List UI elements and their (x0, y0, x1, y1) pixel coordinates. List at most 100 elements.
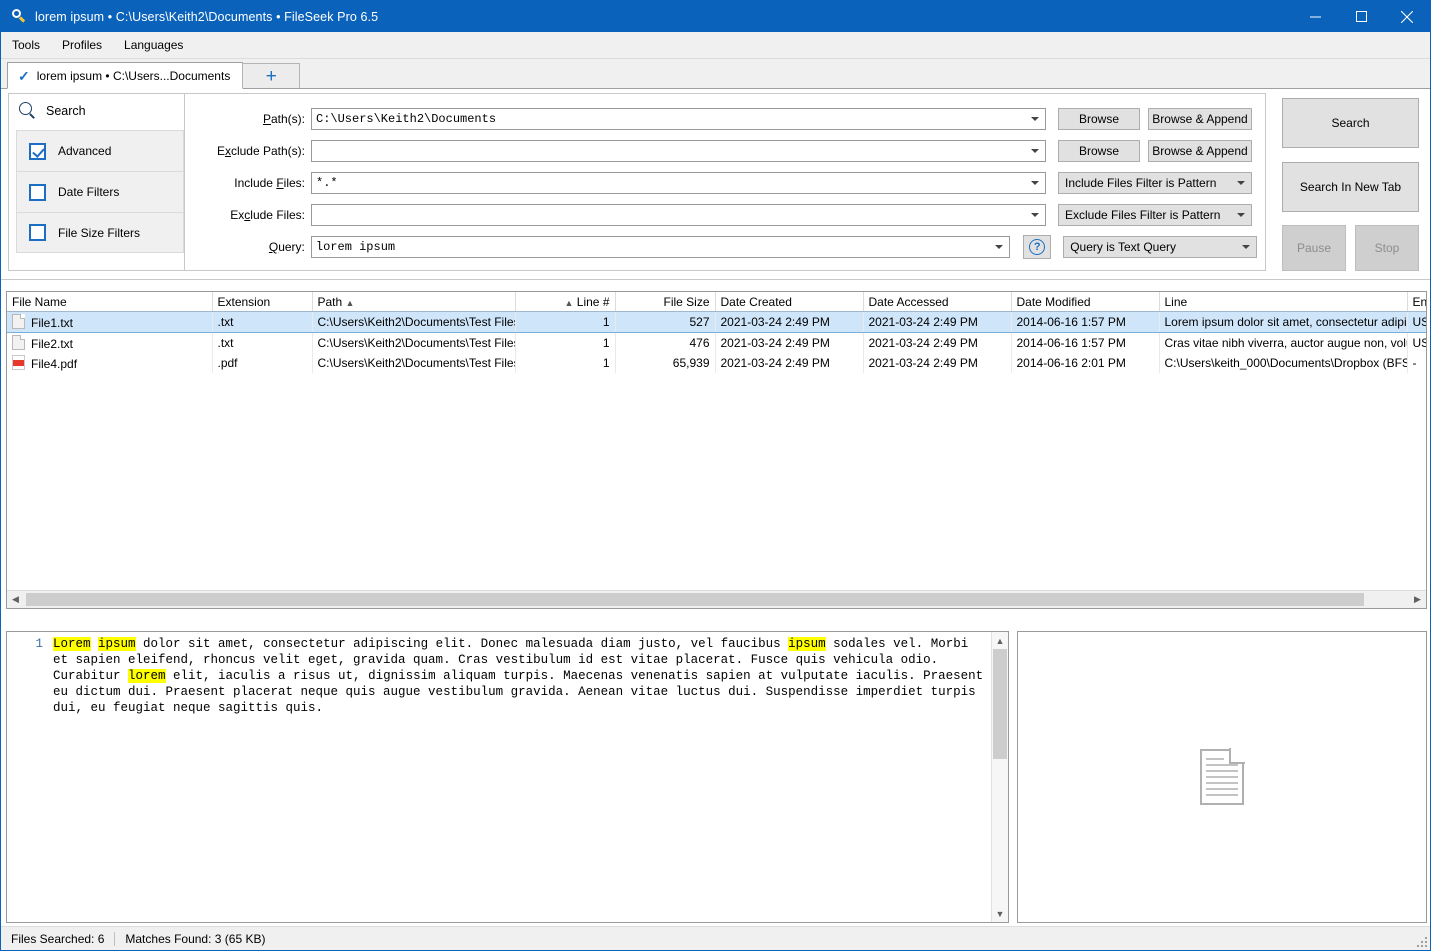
include-files-input[interactable]: *.* (311, 172, 1046, 194)
window-controls (1292, 1, 1430, 32)
chevron-down-icon[interactable] (995, 245, 1004, 249)
pause-button[interactable]: Pause (1282, 225, 1346, 271)
cell-encoding: - (1407, 353, 1426, 373)
status-bar: Files Searched: 6 Matches Found: 3 (65 K… (1, 926, 1430, 950)
magnifier-icon (19, 102, 37, 120)
scroll-down-icon[interactable]: ▼ (992, 905, 1008, 922)
checkbox-date-filters[interactable]: Date Filters (16, 171, 184, 212)
checkbox-advanced-label: Advanced (58, 144, 112, 158)
close-button[interactable] (1384, 1, 1430, 32)
chevron-down-icon[interactable] (1031, 149, 1039, 153)
preview-vertical-scrollbar[interactable]: ▲ ▼ (991, 632, 1008, 922)
column-header-date-accessed[interactable]: Date Accessed (863, 292, 1012, 312)
column-header-extension[interactable]: Extension (212, 292, 313, 312)
search-in-new-tab-button[interactable]: Search In New Tab (1282, 162, 1419, 212)
maximize-button[interactable] (1338, 1, 1384, 32)
results-horizontal-scrollbar[interactable]: ◀ ▶ (7, 590, 1426, 608)
include-filter-mode-value: Include Files Filter is Pattern (1065, 176, 1217, 190)
browse-paths-button[interactable]: Browse (1058, 108, 1140, 130)
minimize-button[interactable] (1292, 1, 1338, 32)
menu-bar: Tools Profiles Languages (1, 32, 1430, 59)
search-button[interactable]: Search (1282, 98, 1419, 148)
preview-text: Lorem ipsum dolor sit amet, consectetur … (53, 637, 991, 715)
table-header-row: File Name Extension Path ▲ ▲ Line # File… (7, 292, 1426, 312)
column-header-date-created[interactable]: Date Created (715, 292, 864, 312)
cell-extension: .txt (212, 311, 313, 333)
search-options-panel: Search Advanced Date Filters File Size F… (8, 93, 191, 271)
cell-date-accessed: 2021-03-24 2:49 PM (863, 353, 1012, 373)
cell-date-created: 2021-03-24 2:49 PM (715, 332, 864, 353)
cell-line: Cras vitae nibh viverra, auctor augue no… (1159, 332, 1408, 353)
cell-extension: .txt (212, 332, 313, 353)
scroll-up-icon[interactable]: ▲ (992, 632, 1008, 649)
include-files-label: Include Files: (234, 176, 305, 190)
exclude-filter-mode-dropdown[interactable]: Exclude Files Filter is Pattern (1058, 204, 1252, 226)
chevron-down-icon (1237, 213, 1245, 217)
checkbox-file-size-filters[interactable]: File Size Filters (16, 212, 184, 253)
scroll-right-icon[interactable]: ▶ (1409, 591, 1426, 608)
cell-line: Lorem ipsum dolor sit amet, consectetur … (1159, 311, 1408, 333)
tab-active-search[interactable]: ✓ lorem ipsum • C:\Users...Documents (7, 62, 244, 89)
scroll-left-icon[interactable]: ◀ (7, 591, 24, 608)
resize-grip[interactable] (1415, 935, 1427, 947)
cell-encoding: US (1407, 311, 1426, 333)
column-header-path[interactable]: Path ▲ (312, 292, 516, 312)
cell-date-created: 2021-03-24 2:49 PM (715, 311, 864, 333)
chevron-down-icon (1237, 181, 1245, 185)
checkbox-icon (29, 183, 46, 201)
status-matches-found: Matches Found: 3 (65 KB) (125, 931, 266, 946)
check-icon: ✓ (18, 67, 30, 84)
browse-append-exclude-paths-button[interactable]: Browse & Append (1148, 140, 1252, 162)
table-row[interactable]: File4.pdf .pdf C:\Users\Keith2\Documents… (7, 353, 1426, 373)
column-header-file-size[interactable]: File Size (615, 292, 716, 312)
sort-ascending-icon: ▲ (564, 297, 574, 308)
browse-exclude-paths-button[interactable]: Browse (1058, 140, 1140, 162)
cell-date-created: 2021-03-24 2:49 PM (715, 353, 864, 373)
new-tab-button[interactable]: + (242, 63, 301, 88)
menu-item-tools[interactable]: Tools (1, 32, 51, 58)
paths-value: C:\Users\Keith2\Documents (316, 112, 497, 126)
text-preview-pane[interactable]: 1 Lorem ipsum dolor sit amet, consectetu… (6, 631, 1009, 923)
cell-line: C:\Users\keith_000\Documents\Dropbox (BF… (1159, 353, 1408, 373)
include-filter-mode-dropdown[interactable]: Include Files Filter is Pattern (1058, 172, 1252, 194)
chevron-down-icon[interactable] (1031, 117, 1039, 121)
cell-file-size: 65,939 (615, 353, 716, 373)
column-header-line-number[interactable]: ▲ Line # (515, 292, 616, 312)
cell-encoding: US (1407, 332, 1426, 353)
query-help-button[interactable]: ? (1023, 235, 1052, 259)
column-header-encoding[interactable]: En (1407, 292, 1426, 312)
chevron-down-icon[interactable] (1031, 181, 1039, 185)
table-row[interactable]: File2.txt .txt C:\Users\Keith2\Documents… (7, 332, 1426, 353)
search-panel-heading: Search (9, 94, 190, 128)
menu-item-languages[interactable]: Languages (113, 32, 194, 58)
query-input[interactable]: lorem ipsum (310, 236, 1011, 258)
vertical-scroll-thumb[interactable] (993, 649, 1007, 759)
checkbox-advanced[interactable]: Advanced (16, 130, 184, 171)
query-label: Query: (268, 240, 305, 254)
cell-date-modified: 2014-06-16 1:57 PM (1011, 311, 1160, 333)
column-header-line[interactable]: Line (1159, 292, 1408, 312)
checkbox-date-filters-label: Date Filters (58, 185, 120, 199)
paths-input[interactable]: C:\Users\Keith2\Documents (311, 108, 1046, 130)
checkbox-file-size-filters-label: File Size Filters (58, 225, 141, 240)
table-row[interactable]: File1.txt .txt C:\Users\Keith2\Documents… (7, 311, 1426, 333)
filter-toggles: Advanced Date Filters File Size Filters (16, 130, 184, 253)
column-header-file-name[interactable]: File Name (7, 292, 213, 312)
highlight-match: Lorem (53, 637, 91, 651)
query-mode-dropdown[interactable]: Query is Text Query (1063, 236, 1257, 258)
text-file-icon (12, 314, 25, 329)
image-preview-pane[interactable] (1017, 631, 1427, 923)
horizontal-scroll-thumb[interactable] (26, 593, 1364, 606)
exclude-files-input[interactable] (311, 204, 1046, 226)
results-table[interactable]: File Name Extension Path ▲ ▲ Line # File… (6, 291, 1427, 609)
column-header-date-modified[interactable]: Date Modified (1011, 292, 1160, 312)
exclude-paths-input[interactable] (311, 140, 1046, 162)
menu-item-profiles[interactable]: Profiles (51, 32, 113, 58)
cell-date-modified: 2014-06-16 1:57 PM (1011, 332, 1160, 353)
browse-append-paths-button[interactable]: Browse & Append (1148, 108, 1252, 130)
tab-strip: ✓ lorem ipsum • C:\Users...Documents + (1, 59, 1430, 89)
stop-button[interactable]: Stop (1355, 225, 1419, 271)
chevron-down-icon[interactable] (1031, 213, 1039, 217)
highlight-match: ipsum (98, 637, 136, 651)
highlight-match: lorem (128, 669, 166, 683)
